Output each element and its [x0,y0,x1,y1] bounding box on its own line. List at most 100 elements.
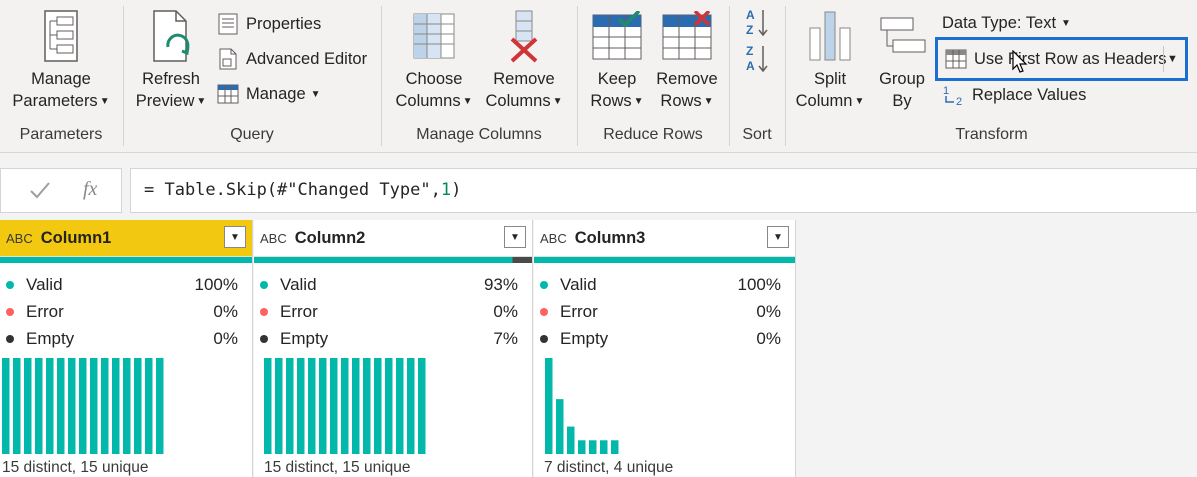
column-header[interactable]: ABC Column3 ▼ [534,220,795,257]
manage-parameters-button[interactable]: Manage Parameters ▼ [8,8,114,113]
remove-columns-button[interactable]: Remove Columns ▼ [480,8,568,113]
stat-empty: Empty 0% [0,325,252,352]
stat-error: Error 0% [0,298,252,325]
distribution-bar[interactable] [112,358,120,454]
keep-rows-button[interactable]: Keep Rows ▼ [584,8,650,113]
quality-bar [534,257,795,263]
distribution-bar[interactable] [330,358,338,454]
distribution-bar[interactable] [308,358,316,454]
formula-input[interactable]: = Table.Skip(#"Changed Type",1) [130,168,1197,213]
distribution-bar[interactable] [156,358,164,454]
sort-ascending-button[interactable]: AZ [744,8,770,40]
distribution-bar[interactable] [385,358,393,454]
distribution-bar[interactable] [352,358,360,454]
properties-icon [216,13,240,35]
distribution-bar[interactable] [24,358,32,454]
distribution-bar[interactable] [101,358,109,454]
data-type-label: Data Type: Text [942,13,1057,32]
distribution-bar[interactable] [374,358,382,454]
text-type-icon[interactable]: ABC [6,231,33,246]
distribution-bar[interactable] [123,358,131,454]
check-icon[interactable] [29,181,51,201]
manage-button[interactable]: Manage ▼ [216,81,321,107]
use-first-row-dropdown[interactable]: ▼ [1163,46,1181,72]
replace-values-label: Replace Values [972,85,1087,104]
column-header[interactable]: ABC Column1 ▼ [0,220,252,257]
refresh-preview-button[interactable]: Refresh Preview ▼ [132,8,210,113]
distribution-bar[interactable] [418,358,426,454]
filter-dropdown-icon[interactable]: ▼ [767,226,789,248]
distribution-bar[interactable] [341,358,349,454]
use-first-row-as-headers-button[interactable]: Use First Row as Headers ▼ [935,37,1188,81]
manage-label: Manage [246,84,306,103]
stat-valid: Valid 100% [0,271,252,298]
group-by-icon [872,8,932,64]
formula-number: 1 [440,180,452,200]
distribution-bar[interactable] [264,358,272,454]
svg-text:Z: Z [746,23,753,37]
distribution-bar[interactable] [145,358,153,454]
filter-dropdown-icon[interactable]: ▼ [504,226,526,248]
choose-columns-label-2: Columns [395,92,461,110]
chevron-down-icon: ▼ [99,96,110,107]
valid-dot-icon [260,280,268,289]
chevron-down-icon: ▼ [1167,53,1178,65]
choose-columns-icon [390,8,478,64]
replace-values-button[interactable]: 12 Replace Values [942,82,1086,108]
distribution-bar[interactable] [90,358,98,454]
remove-columns-icon [480,8,568,64]
distribution-bar[interactable] [578,440,586,454]
filter-dropdown-icon[interactable]: ▼ [224,226,246,248]
stat-value: 0% [213,301,238,321]
group-label-transform: Transform [955,126,1028,143]
distribution-bar[interactable] [297,358,305,454]
data-type-dropdown[interactable]: Data Type: Text ▼ [942,10,1071,36]
text-type-icon[interactable]: ABC [540,231,567,246]
distribution-chart[interactable] [0,356,252,454]
manage-columns-group: Choose Columns ▼ Remove Columns ▼ Manage C… [382,0,576,153]
sort-descending-button[interactable]: ZA [744,44,770,76]
formula-text: = Table.Skip(#"Changed Type", [144,180,441,200]
advanced-editor-button[interactable]: Advanced Editor [216,46,367,72]
properties-button[interactable]: Properties [216,11,321,37]
distribution-bar[interactable] [396,358,404,454]
distribution-bar[interactable] [134,358,142,454]
svg-text:A: A [746,8,755,22]
distribution-chart[interactable] [254,356,532,454]
distribution-bar[interactable] [589,440,597,454]
distribution-bar[interactable] [57,358,65,454]
distribution-bar[interactable] [363,358,371,454]
choose-columns-button[interactable]: Choose Columns ▼ [390,8,478,113]
stat-value: 0% [756,328,781,348]
text-type-icon[interactable]: ABC [260,231,287,246]
distribution-bar[interactable] [13,358,21,454]
chevron-down-icon: ▼ [552,96,563,107]
group-by-button[interactable]: Group By [872,8,932,112]
distribution-bar[interactable] [407,358,415,454]
stat-error: Error 0% [254,298,532,325]
distribution-bar[interactable] [611,440,619,454]
chevron-down-icon: ▼ [310,88,321,100]
use-first-row-inner: Use First Row as Headers [944,46,1167,72]
distribution-bar[interactable] [556,399,564,454]
distribution-bar[interactable] [545,358,553,454]
distribution-bar[interactable] [35,358,43,454]
distribution-bar[interactable] [319,358,327,454]
distribution-bar[interactable] [600,440,608,454]
stat-value: 0% [756,301,781,321]
fx-icon[interactable]: fx [83,178,97,201]
distribution-bar[interactable] [275,358,283,454]
group-label-query: Query [230,126,274,143]
split-column-label-1: Split [813,70,847,88]
remove-rows-button[interactable]: Remove Rows ▼ [652,8,722,113]
column-header[interactable]: ABC Column2 ▼ [254,220,532,257]
distribution-bar[interactable] [2,358,10,454]
chevron-down-icon: ▼ [633,96,644,107]
distribution-bar[interactable] [68,358,76,454]
distribution-bar[interactable] [567,426,575,454]
distribution-bar[interactable] [79,358,87,454]
split-column-button[interactable]: Split Column ▼ [790,8,870,113]
distribution-bar[interactable] [286,358,294,454]
distribution-chart[interactable] [534,356,795,454]
distribution-bar[interactable] [46,358,54,454]
